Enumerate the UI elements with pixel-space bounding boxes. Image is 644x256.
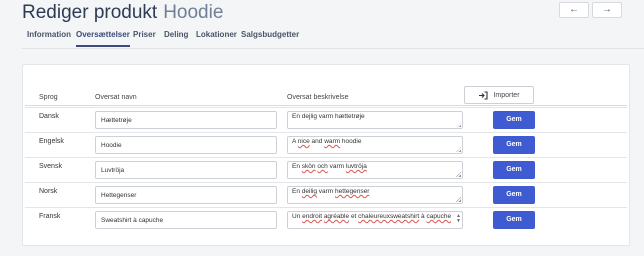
table-row: Svensk Luvtröja En skön och varm luvtröj…: [25, 157, 627, 183]
translated-name-input[interactable]: Hettegenser: [95, 186, 277, 204]
description-text: En skön och varm luvtröja: [292, 163, 367, 170]
next-button[interactable]: →: [592, 2, 622, 18]
translated-name-input[interactable]: Hoodie: [95, 136, 277, 154]
row-language: Engelsk: [39, 138, 64, 145]
translated-description-input[interactable]: Un endroit agréable et chaleureuxsweatsh…: [287, 211, 463, 229]
column-header-description: Oversat beskrivelse: [287, 94, 349, 101]
translated-name-input[interactable]: Hættetrøje: [95, 111, 277, 129]
arrow-left-icon: ←: [569, 4, 579, 15]
row-language: Svensk: [39, 163, 62, 170]
description-text: Un endroit agréable et chaleureuxsweatsh…: [292, 213, 452, 220]
translated-description-input[interactable]: En deilig varm hettegenser: [287, 186, 463, 204]
tab-locations[interactable]: Lokationer: [196, 30, 237, 45]
description-text: En dejlig varm hættetrøje: [292, 113, 365, 120]
column-header-name: Oversat navn: [95, 94, 137, 101]
row-language: Norsk: [39, 188, 58, 195]
arrow-right-icon: →: [602, 4, 612, 15]
row-language: Fransk: [39, 213, 61, 220]
row-language: Dansk: [39, 113, 59, 120]
translated-description-input[interactable]: En skön och varm luvtröja: [287, 161, 463, 179]
tab-sharing[interactable]: Deling: [164, 30, 188, 45]
resize-handle-icon[interactable]: [456, 122, 461, 127]
import-button[interactable]: Importer: [464, 86, 534, 104]
translated-name-input[interactable]: Luvtröja: [95, 161, 277, 179]
table-row: Dansk Hættetrøje En dejlig varm hættetrø…: [25, 107, 627, 133]
table-row: Engelsk Hoodie A nice and warm hoodie Ge…: [25, 132, 627, 158]
page-title: Rediger produkt Hoodie: [22, 2, 223, 24]
translations-card: Sprog Oversat navn Oversat beskrivelse I…: [22, 64, 630, 246]
tab-sales-budgets[interactable]: Salgsbudgetter: [241, 30, 299, 45]
save-button[interactable]: Gem: [493, 111, 535, 129]
save-button[interactable]: Gem: [493, 161, 535, 179]
tab-information[interactable]: Information: [27, 30, 71, 45]
resize-handle-icon[interactable]: [456, 197, 461, 202]
save-button[interactable]: Gem: [493, 211, 535, 229]
tab-bar: Information Oversættelser Priser Deling …: [22, 26, 644, 49]
resize-handle-icon[interactable]: [456, 172, 461, 177]
tab-prices[interactable]: Priser: [133, 30, 156, 45]
translated-name-input[interactable]: Sweatshirt à capuche: [95, 211, 277, 229]
import-label: Importer: [493, 91, 520, 99]
column-header-language: Sprog: [39, 94, 58, 101]
scroll-arrows-icon[interactable]: ▲ ▼: [456, 214, 461, 224]
save-button[interactable]: Gem: [493, 136, 535, 154]
product-name: Hoodie: [163, 2, 224, 23]
description-text: A nice and warm hoodie: [292, 138, 362, 145]
previous-button[interactable]: ←: [559, 2, 589, 18]
save-button[interactable]: Gem: [493, 186, 535, 204]
table-row: Fransk Sweatshirt à capuche Un endroit a…: [25, 207, 627, 233]
translated-description-input[interactable]: En dejlig varm hættetrøje: [287, 111, 463, 129]
translated-description-input[interactable]: A nice and warm hoodie: [287, 136, 463, 154]
tab-translations[interactable]: Oversættelser: [76, 30, 130, 47]
description-text: En deilig varm hettegenser: [292, 188, 370, 195]
resize-handle-icon[interactable]: [456, 147, 461, 152]
header-divider: [25, 105, 627, 106]
table-row: Norsk Hettegenser En deilig varm hettege…: [25, 182, 627, 208]
page-title-text: Rediger produkt: [22, 2, 158, 23]
sign-in-icon: [479, 90, 489, 100]
